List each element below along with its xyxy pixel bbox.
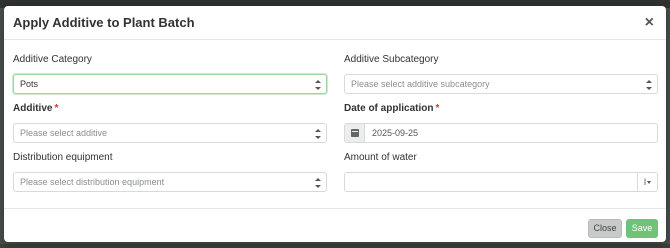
chevron-down-icon bbox=[647, 181, 651, 185]
amount-of-water-field: Amount of water l bbox=[344, 152, 658, 192]
additive-category-field: Additive Category Pots bbox=[13, 54, 327, 94]
background-app-footer bbox=[0, 244, 670, 248]
additive-placeholder: Please select additive bbox=[20, 128, 108, 138]
amount-of-water-label: Amount of water bbox=[344, 152, 417, 163]
additive-category-label: Additive Category bbox=[13, 54, 92, 65]
modal-title: Apply Additive to Plant Batch bbox=[13, 15, 195, 30]
additive-select[interactable]: Please select additive bbox=[13, 123, 327, 143]
close-icon[interactable]: × bbox=[645, 14, 656, 31]
select-caret-icon bbox=[315, 80, 321, 90]
required-marker: * bbox=[435, 103, 440, 114]
date-value: 2025-09-25 bbox=[372, 128, 419, 138]
select-caret-icon bbox=[315, 129, 321, 139]
save-button[interactable]: Save bbox=[626, 219, 658, 238]
modal-header: Apply Additive to Plant Batch × bbox=[4, 6, 666, 40]
additive-subcategory-field: Additive Subcategory Please select addit… bbox=[344, 54, 658, 94]
calendar-icon bbox=[351, 129, 359, 137]
modal-footer: Close Save bbox=[4, 208, 666, 242]
date-of-application-label: Date of application * bbox=[344, 103, 440, 114]
select-caret-icon bbox=[315, 178, 321, 188]
calendar-addon[interactable] bbox=[345, 124, 365, 142]
date-of-application-input[interactable]: 2025-09-25 bbox=[344, 123, 658, 143]
additive-subcategory-placeholder: Please select additive subcategory bbox=[351, 79, 490, 89]
required-marker: * bbox=[54, 103, 59, 114]
apply-additive-modal: Apply Additive to Plant Batch × Additive… bbox=[4, 6, 666, 242]
amount-of-water-group: l bbox=[344, 172, 658, 192]
additive-category-select[interactable]: Pots bbox=[13, 74, 327, 94]
select-caret-icon bbox=[646, 80, 652, 90]
distribution-equipment-field: Distribution equipment Please select dis… bbox=[13, 152, 327, 192]
distribution-equipment-select[interactable]: Please select distribution equipment bbox=[13, 172, 327, 192]
additive-category-value: Pots bbox=[20, 79, 39, 89]
water-unit-label: l bbox=[644, 177, 646, 187]
additive-subcategory-label: Additive Subcategory bbox=[344, 54, 439, 65]
additive-subcategory-select[interactable]: Please select additive subcategory bbox=[344, 74, 658, 94]
additive-label: Additive * bbox=[13, 103, 59, 114]
additive-field: Additive * Please select additive bbox=[13, 103, 327, 143]
date-of-application-field: Date of application * 2025-09-25 bbox=[344, 103, 658, 143]
close-button[interactable]: Close bbox=[588, 219, 622, 238]
water-unit-dropdown[interactable]: l bbox=[637, 173, 657, 191]
distribution-equipment-label: Distribution equipment bbox=[13, 152, 113, 163]
distribution-equipment-placeholder: Please select distribution equipment bbox=[20, 177, 165, 187]
modal-body: Additive Category Pots Additive Subcateg… bbox=[4, 40, 666, 208]
amount-of-water-input[interactable] bbox=[345, 173, 637, 191]
